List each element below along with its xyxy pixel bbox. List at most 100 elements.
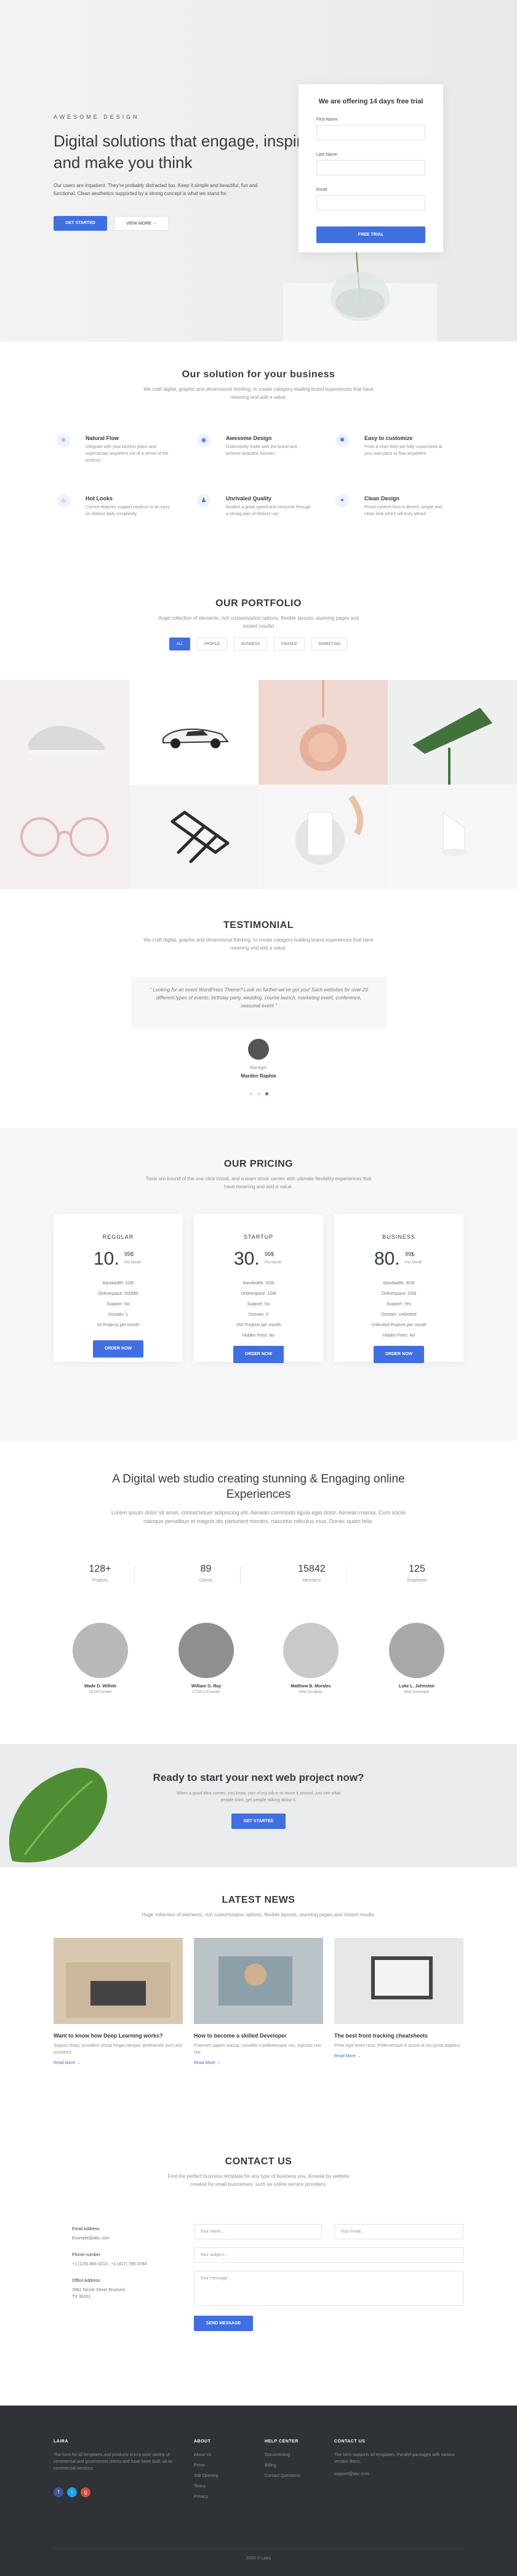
footer-link[interactable]: Job Opening [194,2471,218,2481]
arrow-right-icon: → [216,2061,221,2065]
portfolio-filters: ALL PROFILE BUSINESS FINANCE MARKETING [0,637,517,650]
filter-marketing[interactable]: MARKETING [311,638,348,650]
portfolio-item-phone-hand[interactable] [258,785,388,889]
news-image[interactable] [334,1938,463,2024]
get-started-button[interactable]: GET STARTED [54,216,107,231]
read-more-link[interactable]: Read More → [334,2054,463,2058]
filter-all[interactable]: ALL [169,638,191,650]
office-label: Office Address [72,2279,100,2283]
contact-name-input[interactable]: Your name... [194,2224,322,2239]
feature-title: Natural Flow [86,435,119,441]
contact-email: Example@abc.com [72,2236,110,2241]
solutions-title: Our solution for your business [182,369,335,380]
plan-feature: Support: No [247,1302,270,1306]
member-name: William G. Ray [191,1684,222,1689]
portfolio-grid [0,680,517,889]
first-name-input[interactable] [316,125,425,140]
feature-desc: Proud content from a decent, simple and … [364,505,443,516]
read-more-label: Read More [334,2054,356,2058]
fire-icon: ♨ [57,494,70,508]
pricing-plan-startup: STARTUP 30. 99$ Per Month Bandwidth: 2GB O… [194,1214,323,1363]
news-post-title[interactable]: Want to know how Deep Learning works? [54,2033,183,2039]
footer-link[interactable]: Billing [265,2460,300,2471]
avatar [283,1623,339,1678]
hero-section: AWESOME DESIGN Digital solutions that en… [0,0,517,342]
plan-price: 10. [94,1249,119,1269]
slider-dot[interactable] [249,1092,252,1095]
contact-email-input[interactable]: Your email... [334,2224,463,2239]
avatar [389,1623,444,1678]
portfolio-subtitle: Huge collection of elements, rich custom… [158,615,359,629]
order-now-button[interactable]: ORDER NOW [93,1340,143,1358]
twitter-icon[interactable]: t [67,2487,77,2497]
view-more-button[interactable]: VIEW MORE → [114,216,169,231]
news-post: The best front tracking cheatsheets Proi… [334,1938,463,2058]
pricing-plan-business: BUSINESS 80. 99$ Per Month Bandwidth: 4GB … [334,1214,463,1363]
news-title: LATEST NEWS [222,1895,295,1905]
slider-dot[interactable] [257,1092,260,1095]
filter-business[interactable]: BUSINESS [234,638,268,650]
google-plus-icon[interactable]: g [81,2487,90,2497]
filter-profile[interactable]: PROFILE [196,638,228,650]
settings-icon: ✱ [335,434,349,447]
contact-subject-input[interactable]: Your subject... [194,2247,463,2263]
footer-link[interactable]: Press [194,2460,218,2471]
news-post-title[interactable]: The best front tracking cheatsheets [334,2033,463,2039]
news-image[interactable] [54,1938,183,2024]
last-name-input[interactable] [316,160,425,175]
portfolio-item-chair[interactable] [129,785,258,889]
plan-feature: Unlimited Projects per month [371,1323,427,1327]
order-now-button[interactable]: ORDER NOW [374,1346,424,1363]
cta-section: Ready to start your next web project now… [0,1744,517,1867]
plan-feature: 50 Projects per month [97,1323,140,1327]
footer-link[interactable]: Terms [194,2481,218,2492]
arrow-right-icon: → [152,222,157,226]
cta-get-started-button[interactable]: GET STARTED [231,1814,286,1829]
contact-title: CONTACT US [225,2156,292,2167]
read-more-link[interactable]: Read More → [194,2061,323,2065]
footer-link[interactable]: Documenting [265,2450,300,2460]
contact-section: CONTACT US Find the perfect business tem… [0,2126,517,2406]
portfolio-item-green-lamp[interactable] [388,680,517,785]
avatar [73,1623,128,1678]
portfolio-item-glasses[interactable] [0,785,129,889]
plan-period: Per Month [124,1261,142,1265]
slider-dot-active[interactable] [265,1092,268,1095]
footer-link[interactable]: About Us [194,2450,218,2460]
email-input[interactable] [316,195,425,210]
read-more-link[interactable]: Read More → [54,2061,183,2065]
stat-label: Clients [199,1578,213,1583]
star-icon: ✦ [335,494,349,508]
plan-period: Per Month [265,1261,282,1265]
contact-message-input[interactable]: Your message... [194,2271,463,2306]
plan-feature: Hidden Fees: No [382,1334,415,1338]
order-now-button[interactable]: ORDER NOW [233,1346,284,1363]
contact-subtitle: Find the perfect business template for a… [167,2174,350,2187]
arrow-right-icon: → [76,2061,81,2065]
portfolio-section: OUR PORTFOLIO Huge collection of element… [0,582,517,680]
facebook-icon[interactable]: f [54,2487,63,2497]
plan-feature: Hidden Fees: No [242,1334,275,1338]
plan-feature: Domain: 3 [249,1313,268,1317]
trial-form-title: We are offering 14 days free trial [318,98,423,105]
portfolio-item-wall-light[interactable] [388,785,517,889]
feature-title: Hot Looks [86,495,113,502]
testimonial-section: TESTIMONIAL We craft digital, graphic an… [0,889,517,1128]
portfolio-item-lamp[interactable] [258,680,388,785]
team-member: William G. Ray CTO/Co-Founder [169,1623,243,1694]
portfolio-item-car[interactable] [129,680,258,785]
stat-clients: 89 Clients [170,1564,241,1583]
filter-finance[interactable]: FINANCE [273,638,305,650]
stat-label: Members [302,1578,321,1583]
footer-contact-email[interactable]: support@abc.com [334,2469,369,2479]
portfolio-item-sneaker[interactable] [0,680,129,785]
shield-icon: ♟ [197,494,210,508]
send-message-button[interactable]: SEND MESSAGE [194,2316,253,2331]
free-trial-button[interactable]: FREE TRIAL [316,226,425,243]
footer-link[interactable]: Privacy [194,2492,218,2502]
contact-office: 3961 Nicole Street Brussels, TX 36201 [72,2288,127,2299]
news-post-title[interactable]: How to become a skilled Developer [194,2033,323,2039]
news-image[interactable] [194,1938,323,2024]
footer-link[interactable]: Contact Questions [265,2471,300,2481]
plan-cents: 99$ [405,1251,415,1257]
